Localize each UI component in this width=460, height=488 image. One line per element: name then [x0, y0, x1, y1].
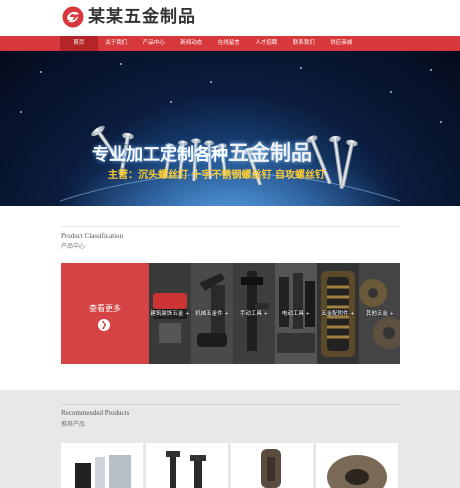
- category-label: 建筑装饰五金 +: [150, 311, 190, 317]
- view-more-label: 查看更多: [89, 304, 121, 313]
- category-label: 电动工具 +: [281, 311, 311, 317]
- product-image: [146, 443, 228, 488]
- nav-item-products[interactable]: 产品中心: [135, 36, 173, 51]
- nav-item-message[interactable]: 在线留言: [210, 36, 248, 51]
- product-card[interactable]: [146, 443, 228, 488]
- nav-item-contact[interactable]: 联系我们: [285, 36, 323, 51]
- category-tile-mechanical-parts[interactable]: 机械五金件 +: [191, 263, 233, 364]
- product-image: [61, 443, 143, 488]
- banner-title-emphasis: 五金制品: [228, 141, 312, 165]
- section-divider: [61, 404, 400, 405]
- category-panel: 查看更多 ❯ 建筑装饰五金 + 机械五金件 + 手动工具 + 电动工具 + 五金…: [61, 263, 400, 364]
- category-label: 机械五金件 +: [195, 311, 229, 317]
- site-header: 某某五金制品: [0, 0, 460, 36]
- chevron-right-icon[interactable]: ❯: [98, 319, 110, 331]
- product-card[interactable]: [316, 443, 398, 488]
- category-label: 五金配附件 +: [321, 311, 355, 317]
- banner-title-prefix: 专业加工定制各种: [92, 145, 228, 165]
- category-tile-power-tools[interactable]: 电动工具 +: [275, 263, 317, 364]
- product-image: [316, 443, 398, 488]
- product-image: [231, 443, 313, 488]
- classification-title-en: Product Classification: [61, 232, 124, 240]
- logo-icon[interactable]: [62, 6, 84, 28]
- view-more-button[interactable]: 查看更多 ❯: [61, 263, 149, 364]
- nav-item-jobs[interactable]: 人才招聘: [248, 36, 286, 51]
- category-tile-hand-tools[interactable]: 手动工具 +: [233, 263, 275, 364]
- section-divider: [61, 226, 400, 227]
- brand-name[interactable]: 某某五金制品: [88, 5, 196, 29]
- nav-item-home[interactable]: 首页: [60, 36, 98, 51]
- banner-subtitle: 主营：沉头螺丝钉 十字不锈钢螺丝钉 自攻螺丝钉: [108, 170, 325, 181]
- category-label: 手动工具 +: [239, 311, 269, 317]
- category-tile-hardware-accessories[interactable]: 五金配附件 +: [317, 263, 359, 364]
- nav-item-news[interactable]: 新闻动态: [173, 36, 211, 51]
- banner-title: 专业加工定制各种五金制品: [92, 137, 312, 167]
- category-tile-building-hardware[interactable]: 建筑装饰五金 +: [149, 263, 191, 364]
- classification-title-cn: 产品中心: [61, 243, 86, 250]
- product-card[interactable]: [61, 443, 143, 488]
- nav-item-store[interactable]: 供应商城: [323, 36, 361, 51]
- nav-item-about[interactable]: 关于我们: [98, 36, 136, 51]
- main-nav: 首页 关于我们 产品中心 新闻动态 在线留言 人才招聘 联系我们 供应商城: [0, 36, 460, 51]
- category-tile-other-hardware[interactable]: 其他五金 +: [359, 263, 400, 364]
- recommended-title-cn: 推荐产品: [61, 421, 86, 428]
- hero-banner[interactable]: 专业加工定制各种五金制品 主营：沉头螺丝钉 十字不锈钢螺丝钉 自攻螺丝钉: [0, 51, 460, 206]
- category-label: 其他五金 +: [365, 311, 395, 317]
- recommended-title-en: Recommended Products: [61, 409, 130, 417]
- screws-illustration: [59, 125, 401, 202]
- product-card[interactable]: [231, 443, 313, 488]
